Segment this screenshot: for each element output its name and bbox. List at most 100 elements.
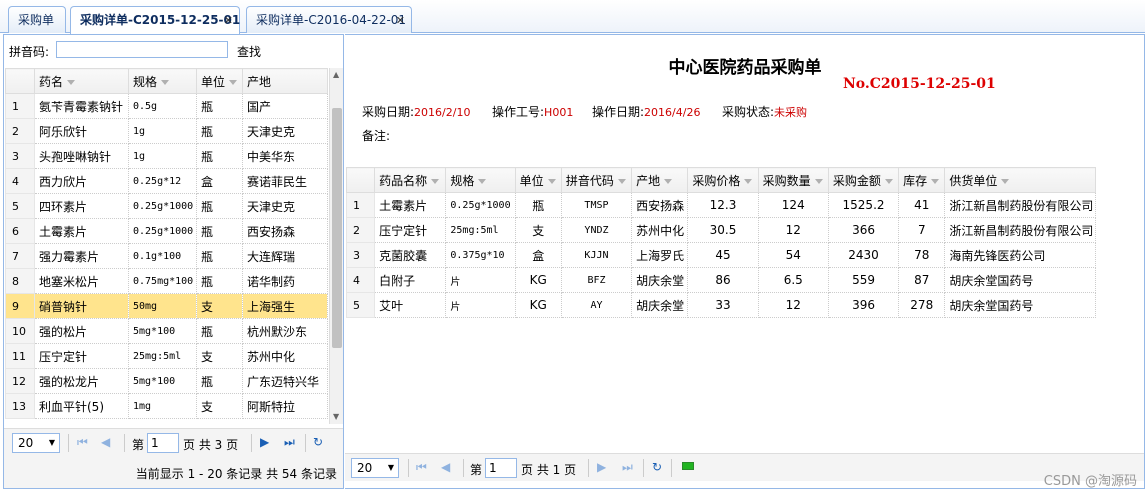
- table-cell: 瓶: [196, 193, 243, 219]
- sort-icon: [664, 178, 673, 184]
- row-number-header: [345, 167, 376, 193]
- table-cell: 12: [757, 292, 829, 318]
- table-cell: 支: [196, 343, 243, 369]
- table-cell: 45: [687, 242, 759, 268]
- table-cell: 强力霉素片: [34, 243, 129, 269]
- row-number: 12: [5, 368, 35, 394]
- prev-page-icon[interactable]: ◀: [101, 435, 110, 449]
- table-cell: 0.375g*10: [445, 242, 516, 268]
- first-page-icon[interactable]: ⏮: [77, 435, 88, 450]
- left-pager: 20 ⏮ ◀ 第 1 页 共 3 页 ▶ ⏭ ↻: [4, 428, 343, 456]
- table-cell: 阿乐欣针: [34, 118, 129, 144]
- tab-purchase-detail-1[interactable]: 采购详单-C2015-12-25-01 ✕: [70, 6, 240, 34]
- table-cell: 1mg: [128, 393, 197, 419]
- col-header[interactable]: 药品名称: [374, 167, 447, 193]
- table-row[interactable]: 4 白附子片 KG BFZ 胡庆余堂 86 6.5 559 87 胡庆余堂国药号: [345, 267, 1096, 293]
- table-row[interactable]: 3 克菌胶囊 0.375g*10 盒 KJJN 上海罗氏 45 54 2430 78 海南先锋医药公…: [345, 242, 1096, 268]
- table-row[interactable]: 7 强力霉素片 0.1g*100 瓶大连辉瑞: [5, 243, 328, 269]
- row-number: 4: [345, 267, 376, 293]
- divider: [643, 459, 644, 477]
- page-number-input[interactable]: 1: [147, 433, 179, 453]
- table-cell: 0.25g*1000: [128, 193, 197, 219]
- pinyin-search-input[interactable]: [56, 41, 228, 58]
- table-cell: 强的松片: [34, 318, 129, 344]
- col-header-unit[interactable]: 单位: [196, 68, 243, 94]
- close-icon[interactable]: ✕: [396, 7, 405, 34]
- table-cell: 浙江新昌制药股份有限公司: [944, 217, 1096, 243]
- row-number: 3: [345, 242, 376, 268]
- col-header[interactable]: 采购价格: [687, 167, 759, 193]
- table-row[interactable]: 5 四环素片 0.25g*1000 瓶天津史克: [5, 193, 328, 219]
- table-row[interactable]: 10 强的松片 5mg*100 瓶杭州默沙东: [5, 318, 328, 344]
- table-row[interactable]: 11 压宁定针 25mg:5ml 支苏州中化: [5, 343, 328, 369]
- table-cell: 头孢唑啉钠针: [34, 143, 129, 169]
- export-excel-icon[interactable]: [682, 462, 694, 470]
- last-page-icon[interactable]: ⏭: [622, 460, 633, 475]
- refresh-icon[interactable]: ↻: [652, 460, 662, 474]
- table-cell: 1525.2: [827, 192, 900, 218]
- table-row[interactable]: 5 艾叶片 KG AY 胡庆余堂 33 12 396 278 胡庆余堂国药号: [345, 292, 1096, 318]
- col-header-spec[interactable]: 规格: [128, 68, 197, 94]
- row-number: 2: [5, 118, 35, 144]
- table-row[interactable]: 2 阿乐欣针 1g 瓶天津史克: [5, 118, 328, 144]
- sort-icon: [931, 178, 940, 184]
- table-cell: 366: [827, 217, 900, 243]
- table-row[interactable]: 9 硝普钠针 50mg 支上海强生: [5, 293, 328, 319]
- table-cell: 白附子: [374, 267, 447, 293]
- page-size-select[interactable]: 20: [351, 458, 399, 478]
- scroll-down-icon[interactable]: ▼: [333, 412, 339, 421]
- table-cell: 浙江新昌制药股份有限公司: [944, 192, 1096, 218]
- col-header[interactable]: 拼音代码: [560, 167, 633, 193]
- table-row[interactable]: 1 氨苄青霉素钠针 0.5g 瓶国产: [5, 93, 328, 119]
- close-icon[interactable]: ✕: [224, 7, 233, 34]
- tab-purchase-list[interactable]: 采购单: [8, 6, 66, 33]
- last-page-icon[interactable]: ⏭: [284, 435, 295, 450]
- col-header-name[interactable]: 药名: [34, 68, 129, 94]
- table-row[interactable]: 1 土霉素片 0.25g*1000 瓶 TMSP 西安扬森 12.3 124 1525.2 41 浙…: [345, 192, 1096, 218]
- table-row[interactable]: 13 利血平针(5) 1mg 支阿斯特拉: [5, 393, 328, 419]
- table-row[interactable]: 2 压宁定针 25mg:5ml 支 YNDZ 苏州中化 30.5 12 366 7 浙江新昌制药股份…: [345, 217, 1096, 243]
- page-number-input[interactable]: 1: [485, 458, 517, 478]
- table-cell: 海南先锋医药公司: [944, 242, 1096, 268]
- col-header[interactable]: 产地: [631, 167, 689, 193]
- next-page-icon[interactable]: ▶: [260, 435, 269, 449]
- refresh-icon[interactable]: ↻: [313, 435, 323, 449]
- page-size-select[interactable]: 20: [12, 433, 60, 453]
- divider: [671, 459, 672, 477]
- table-row[interactable]: 12 强的松龙片 5mg*100 瓶广东迈特兴华: [5, 368, 328, 394]
- sort-icon: [1001, 178, 1010, 184]
- table-cell: KJJN: [560, 242, 633, 268]
- scroll-thumb[interactable]: [332, 108, 342, 348]
- table-row[interactable]: 8 地塞米松片 0.75mg*100 瓶诺华制药: [5, 268, 328, 294]
- col-header[interactable]: 采购数量: [757, 167, 829, 193]
- table-cell: 6.5: [757, 267, 829, 293]
- col-header[interactable]: 库存: [898, 167, 946, 193]
- table-row[interactable]: 3 头孢唑啉钠针 1g 瓶中美华东: [5, 143, 328, 169]
- vertical-scrollbar[interactable]: ▲ ▼: [329, 68, 343, 424]
- table-cell: 克菌胶囊: [374, 242, 447, 268]
- table-cell: 0.25g*1000: [445, 192, 516, 218]
- col-header[interactable]: 供货单位: [944, 167, 1096, 193]
- next-page-icon[interactable]: ▶: [597, 460, 606, 474]
- table-cell: 苏州中化: [242, 343, 328, 369]
- table-row[interactable]: 4 西力欣片 0.25g*12 盒赛诺菲民生: [5, 168, 328, 194]
- tab-purchase-detail-2[interactable]: 采购详单-C2016-04-22-01 ✕: [246, 6, 412, 33]
- table-cell: 30.5: [687, 217, 759, 243]
- sort-icon: [884, 178, 893, 184]
- table-cell: 西力欣片: [34, 168, 129, 194]
- first-page-icon[interactable]: ⏮: [416, 460, 427, 475]
- search-button[interactable]: 查找: [237, 43, 261, 60]
- table-cell: 33: [687, 292, 759, 318]
- scroll-up-icon[interactable]: ▲: [333, 70, 339, 79]
- col-header-origin[interactable]: 产地: [242, 68, 328, 94]
- table-row[interactable]: 6 土霉素片 0.25g*1000 瓶西安扬森: [5, 218, 328, 244]
- table-cell: 地塞米松片: [34, 268, 129, 294]
- table-cell: 瓶: [196, 143, 243, 169]
- purchase-date: 采购日期:2016/2/10: [362, 105, 471, 119]
- prev-page-icon[interactable]: ◀: [441, 460, 450, 474]
- col-header[interactable]: 单位: [514, 167, 562, 193]
- table-cell: 25mg:5ml: [128, 343, 197, 369]
- table-cell: 瓶: [196, 318, 243, 344]
- col-header[interactable]: 采购金额: [827, 167, 900, 193]
- col-header[interactable]: 规格: [445, 167, 516, 193]
